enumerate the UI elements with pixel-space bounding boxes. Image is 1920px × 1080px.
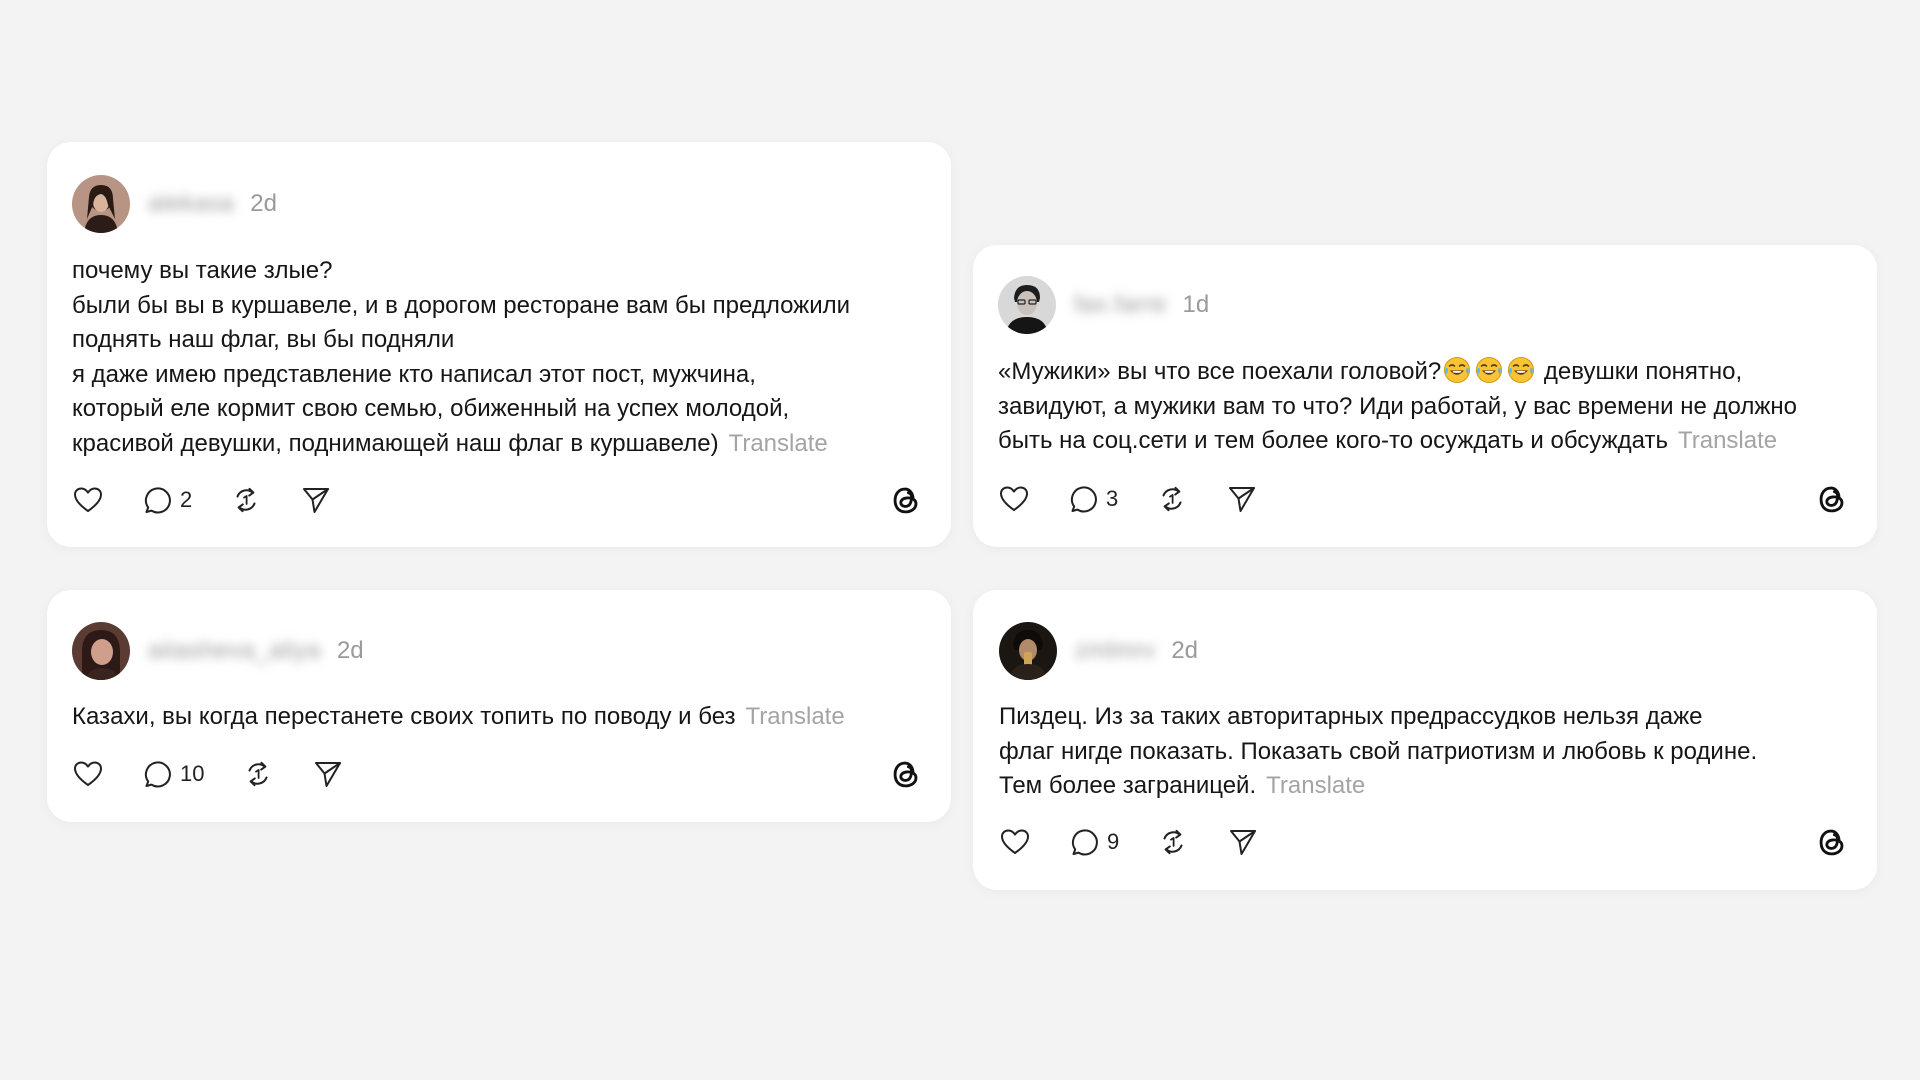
post-card[interactable]: alekasa 2d почему вы такие злые? были бы… <box>47 142 951 547</box>
post-text: Пиздец. Из за таких авторитарных предрас… <box>999 700 1837 804</box>
send-icon <box>1227 826 1259 858</box>
post-time: 2d <box>250 190 277 217</box>
avatar[interactable] <box>998 276 1056 334</box>
translate-link[interactable]: Translate <box>1266 772 1365 799</box>
repost-icon <box>1157 826 1189 858</box>
username[interactable]: alekasa <box>148 190 234 218</box>
post-card[interactable]: aitasheva_aliya 2d Казахи, вы когда пере… <box>47 590 951 822</box>
reply-button[interactable]: 10 <box>142 758 204 790</box>
repost-button[interactable] <box>1157 826 1189 858</box>
repost-button[interactable] <box>1156 483 1188 515</box>
share-button[interactable] <box>1227 826 1259 858</box>
like-button[interactable] <box>998 483 1030 515</box>
comment-bubble-icon <box>142 484 174 516</box>
heart-icon <box>72 758 104 790</box>
post-header: aitasheva_aliya 2d <box>72 621 364 681</box>
post-text: Казахи, вы когда перестанете своих топит… <box>72 700 911 735</box>
reply-count: 10 <box>180 761 205 786</box>
reply-button[interactable]: 2 <box>142 484 192 516</box>
heart-icon <box>72 484 104 516</box>
translate-link[interactable]: Translate <box>746 703 845 730</box>
reply-button[interactable]: 3 <box>1068 483 1118 515</box>
share-button[interactable] <box>312 758 344 790</box>
post-body: почему вы такие злые? были бы вы в курша… <box>72 257 851 457</box>
avatar[interactable] <box>999 622 1057 680</box>
post-actions: 10 <box>72 756 382 792</box>
post-body: Пиздец. Из за таких авторитарных предрас… <box>999 703 1758 799</box>
reply-count: 9 <box>1107 829 1120 854</box>
post-actions: 3 <box>998 481 1296 517</box>
translate-link[interactable]: Translate <box>729 430 828 457</box>
laughing-emoji-icon <box>1443 356 1471 384</box>
post-text: «Мужики» вы что все поехали головой? дев… <box>998 355 1837 459</box>
send-icon <box>1226 483 1258 515</box>
post-header: alekasa 2d <box>72 174 277 234</box>
repost-icon <box>1156 483 1188 515</box>
avatar[interactable] <box>72 622 130 680</box>
comment-bubble-icon <box>1069 826 1101 858</box>
reply-button[interactable]: 9 <box>1069 826 1119 858</box>
threads-logo-icon[interactable] <box>887 755 925 793</box>
post-card[interactable]: fax.farre 1d «Мужики» вы что все поехали… <box>973 245 1877 547</box>
share-button[interactable] <box>1226 483 1258 515</box>
threads-logo-icon[interactable] <box>1813 480 1851 518</box>
heart-icon <box>999 826 1031 858</box>
post-header: fax.farre 1d <box>998 275 1209 335</box>
send-icon <box>312 758 344 790</box>
post-body: Казахи, вы когда перестанете своих топит… <box>72 703 736 730</box>
username[interactable]: fax.farre <box>1074 291 1167 319</box>
laughing-emoji-icon <box>1507 356 1535 384</box>
post-time: 2d <box>1171 637 1199 664</box>
username[interactable]: zmlmrv <box>1075 637 1155 665</box>
post-time: 1d <box>1182 291 1210 318</box>
repost-icon <box>242 758 274 790</box>
laughing-emoji-icon <box>1475 356 1503 384</box>
threads-logo-icon[interactable] <box>1813 823 1851 861</box>
reply-count: 2 <box>180 487 193 512</box>
username[interactable]: aitasheva_aliya <box>148 637 321 665</box>
post-header: zmlmrv 2d <box>999 621 1198 681</box>
post-text: почему вы такие злые? были бы вы в курша… <box>72 254 911 461</box>
comment-bubble-icon <box>1068 483 1100 515</box>
post-actions: 2 <box>72 482 370 518</box>
avatar[interactable] <box>72 175 130 233</box>
like-button[interactable] <box>72 484 104 516</box>
post-time: 2d <box>336 637 364 664</box>
heart-icon <box>998 483 1030 515</box>
repost-icon <box>230 484 262 516</box>
comment-bubble-icon <box>142 758 174 790</box>
like-button[interactable] <box>72 758 104 790</box>
send-icon <box>300 484 332 516</box>
post-card[interactable]: zmlmrv 2d Пиздец. Из за таких авторитарн… <box>973 590 1877 890</box>
repost-button[interactable] <box>242 758 274 790</box>
like-button[interactable] <box>999 826 1031 858</box>
repost-button[interactable] <box>230 484 262 516</box>
post-body-start: «Мужики» вы что все поехали головой? <box>998 358 1442 385</box>
threads-logo-icon[interactable] <box>887 481 925 519</box>
reply-count: 3 <box>1106 486 1119 511</box>
translate-link[interactable]: Translate <box>1678 427 1777 454</box>
post-actions: 9 <box>999 824 1297 860</box>
share-button[interactable] <box>300 484 332 516</box>
